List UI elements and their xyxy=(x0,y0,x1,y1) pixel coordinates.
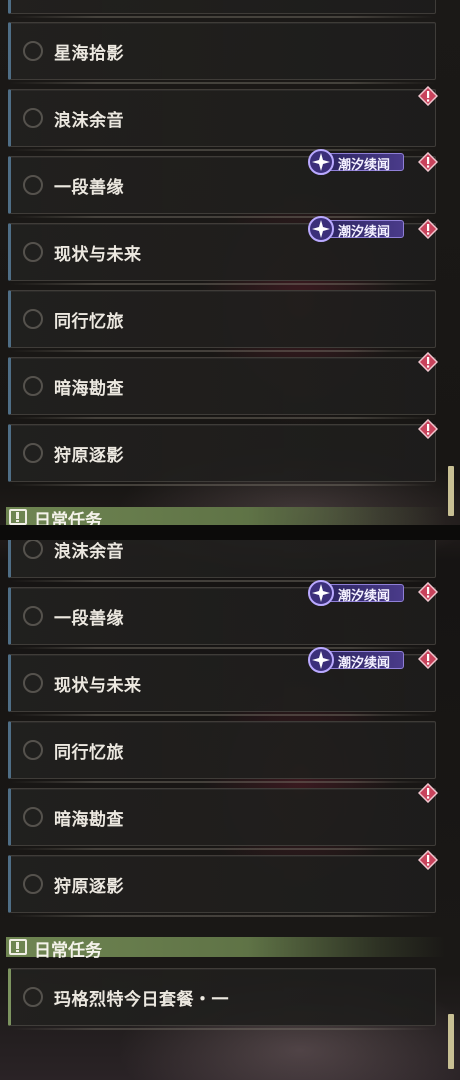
tide-badge: 潮汐续闻 xyxy=(308,647,406,673)
radio-circle-icon[interactable] xyxy=(23,874,43,894)
exclamation-diamond-icon xyxy=(418,219,438,239)
badge-label: 潮汐续闻 xyxy=(338,656,391,671)
quest-title: 狩原逐影 xyxy=(54,446,124,466)
quest-title: 浪沫余音 xyxy=(54,542,124,562)
sparkle-tide-icon xyxy=(308,580,334,606)
quest-card[interactable]: 同行忆旅 xyxy=(8,721,436,783)
exclamation-diamond-icon xyxy=(418,850,438,870)
radio-circle-icon[interactable] xyxy=(23,108,43,128)
radio-circle-icon[interactable] xyxy=(23,242,43,262)
quest-title: 暗海勘查 xyxy=(54,379,124,399)
badge-label: 潮汐续闻 xyxy=(338,225,391,240)
tide-badge: 潮汐续闻 xyxy=(308,216,406,242)
exclamation-diamond-icon xyxy=(418,419,438,439)
radio-circle-icon[interactable] xyxy=(23,443,43,463)
daily-section-header: 日常任务 xyxy=(6,507,446,525)
radio-circle-icon[interactable] xyxy=(23,740,43,760)
quest-card-partial[interactable] xyxy=(8,0,436,18)
radio-circle-icon[interactable] xyxy=(23,987,43,1007)
quest-card[interactable]: 浪沫余音 xyxy=(8,540,436,582)
quest-title: 玛格烈特今日套餐・一 xyxy=(54,990,229,1010)
radio-circle-icon[interactable] xyxy=(23,673,43,693)
quest-card[interactable]: 暗海勘查 xyxy=(8,357,436,419)
quest-card[interactable]: 星海拾影 xyxy=(8,22,436,84)
quest-title: 同行忆旅 xyxy=(54,312,124,332)
radio-circle-icon[interactable] xyxy=(23,309,43,329)
exclamation-diamond-icon xyxy=(418,649,438,669)
quest-title: 浪沫余音 xyxy=(54,111,124,131)
exclamation-diamond-icon xyxy=(418,352,438,372)
quest-card[interactable]: 狩原逐影 xyxy=(8,855,436,917)
quest-title: 现状与未来 xyxy=(54,245,142,265)
scrollbar-thumb[interactable] xyxy=(448,1014,454,1069)
sparkle-tide-icon xyxy=(308,216,334,242)
radio-circle-icon[interactable] xyxy=(23,376,43,396)
quest-card[interactable]: 暗海勘查 xyxy=(8,788,436,850)
radio-circle-icon[interactable] xyxy=(23,540,43,559)
scrollbar-thumb[interactable] xyxy=(448,466,454,516)
exclamation-box-icon xyxy=(9,509,27,525)
quest-title: 一段善缘 xyxy=(54,609,124,629)
quest-panel-bottom: 浪沫余音 一段善缘 现状与未来 同行忆旅 暗海勘查 狩原逐影 潮汐续闻 潮汐续闻… xyxy=(0,540,460,1080)
quest-panel-top: 星海拾影 浪沫余音 一段善缘 现状与未来 同行忆旅 暗海勘查 狩原逐影 潮汐续闻… xyxy=(0,0,460,525)
exclamation-box-icon xyxy=(9,939,27,955)
radio-circle-icon[interactable] xyxy=(23,175,43,195)
section-title: 日常任务 xyxy=(34,941,102,961)
quest-card[interactable]: 狩原逐影 xyxy=(8,424,436,486)
quest-title: 同行忆旅 xyxy=(54,743,124,763)
exclamation-diamond-icon xyxy=(418,152,438,172)
badge-label: 潮汐续闻 xyxy=(338,589,391,604)
daily-section-header: 日常任务 xyxy=(6,937,446,961)
screenshot-divider xyxy=(0,525,460,540)
quest-card[interactable]: 同行忆旅 xyxy=(8,290,436,352)
daily-quest-card[interactable]: 玛格烈特今日套餐・一 xyxy=(8,968,436,1030)
quest-title: 狩原逐影 xyxy=(54,877,124,897)
section-title: 日常任务 xyxy=(34,511,102,525)
sparkle-tide-icon xyxy=(308,149,334,175)
exclamation-diamond-icon xyxy=(418,783,438,803)
exclamation-diamond-icon xyxy=(418,582,438,602)
quest-title: 暗海勘查 xyxy=(54,810,124,830)
radio-circle-icon[interactable] xyxy=(23,41,43,61)
exclamation-diamond-icon xyxy=(418,86,438,106)
quest-title: 星海拾影 xyxy=(54,44,124,64)
tide-badge: 潮汐续闻 xyxy=(308,580,406,606)
quest-title: 现状与未来 xyxy=(54,676,142,696)
quest-card[interactable]: 浪沫余音 xyxy=(8,89,436,151)
sparkle-tide-icon xyxy=(308,647,334,673)
badge-label: 潮汐续闻 xyxy=(338,158,391,173)
tide-badge: 潮汐续闻 xyxy=(308,149,406,175)
radio-circle-icon[interactable] xyxy=(23,807,43,827)
quest-title: 一段善缘 xyxy=(54,178,124,198)
radio-circle-icon[interactable] xyxy=(23,606,43,626)
